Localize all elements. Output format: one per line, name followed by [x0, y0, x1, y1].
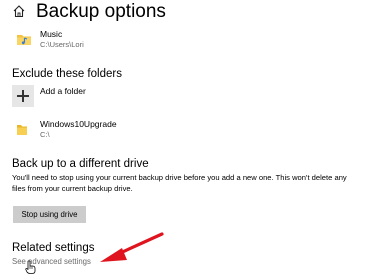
red-arrow-icon	[100, 232, 164, 262]
section-heading-related: Related settings	[12, 242, 95, 254]
folder-icon	[17, 125, 27, 135]
hand-cursor-icon	[25, 260, 36, 274]
different-drive-description: You'll need to stop using your current b…	[12, 173, 347, 193]
section-heading-different-drive: Back up to a different drive	[12, 158, 149, 170]
section-heading-exclude: Exclude these folders	[12, 68, 122, 80]
page-title: Backup options	[36, 1, 166, 22]
music-folder-icon	[17, 35, 31, 45]
add-folder-label[interactable]: Add a folder	[40, 86, 86, 97]
folder-name: Music	[40, 29, 63, 39]
folder-path: C:\Users\Lori	[40, 40, 84, 49]
home-icon[interactable]	[13, 4, 25, 18]
stop-using-drive-button[interactable]: Stop using drive	[13, 206, 86, 223]
add-folder-button[interactable]	[12, 85, 34, 107]
see-advanced-settings-link[interactable]: See advanced settings	[12, 257, 91, 267]
folder-path: C:\	[40, 130, 50, 139]
folder-name: Windows10Upgrade	[40, 119, 117, 129]
